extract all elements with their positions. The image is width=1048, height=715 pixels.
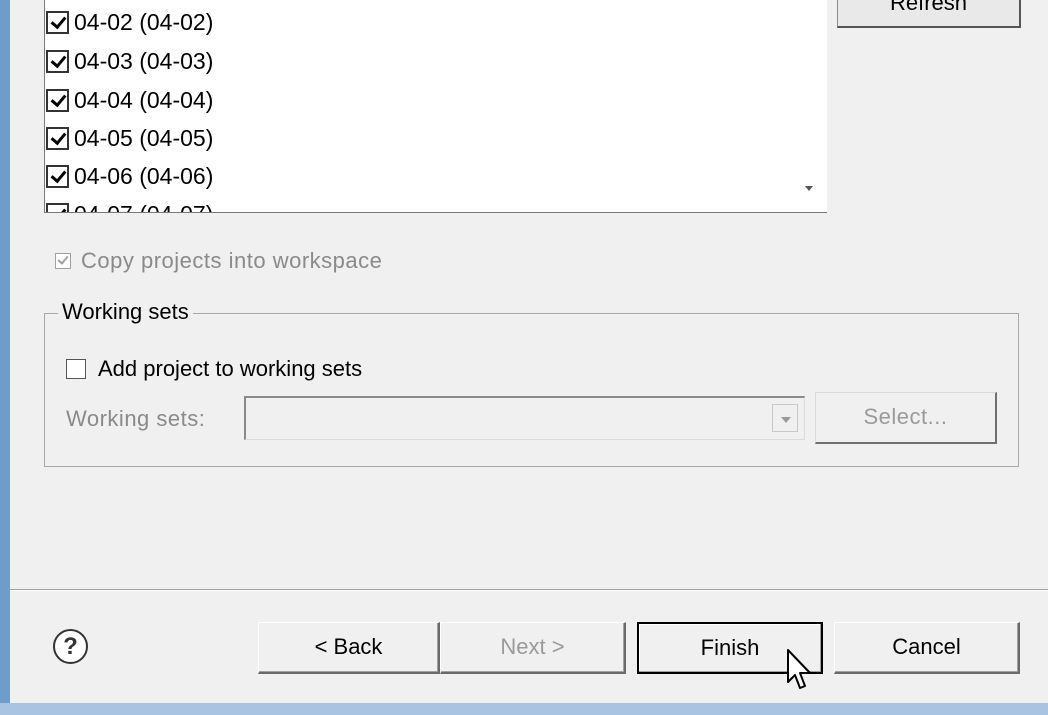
select-working-sets-button: Select... (815, 392, 997, 444)
working-sets-group-title: Working sets (58, 299, 193, 325)
cancel-button[interactable]: Cancel (834, 622, 1020, 674)
window-left-border (0, 0, 10, 715)
working-sets-combo (244, 396, 805, 440)
back-button[interactable]: < Back (258, 622, 440, 674)
project-checkbox[interactable] (46, 202, 69, 212)
next-button: Next > (440, 622, 626, 674)
list-item[interactable]: 04-07 (04-07) (46, 196, 213, 212)
add-to-working-sets-option[interactable]: Add project to working sets (66, 356, 362, 382)
mouse-pointer-icon (787, 649, 811, 689)
project-label: 04-07 (04-07) (74, 202, 213, 212)
copy-projects-option: Copy projects into workspace (55, 248, 382, 274)
help-icon[interactable]: ? (53, 629, 88, 664)
import-projects-dialog: 04-02 (04-02) 04-03 (04-03) 04-04 (04-04… (0, 0, 1048, 715)
refresh-button[interactable]: Refresh (837, 0, 1021, 28)
scroll-down-arrow-icon[interactable] (805, 186, 813, 191)
copy-projects-label: Copy projects into workspace (81, 248, 383, 273)
chevron-down-icon (772, 404, 798, 432)
working-sets-label: Working sets: (66, 406, 206, 431)
add-to-working-sets-checkbox[interactable] (66, 359, 86, 379)
copy-projects-checkbox (55, 253, 71, 269)
add-to-working-sets-label: Add project to working sets (98, 356, 363, 381)
list-clip: 04-07 (04-07) (44, 0, 827, 212)
window-bottom-border (0, 703, 1048, 715)
footer-separator-highlight (10, 590, 1048, 591)
